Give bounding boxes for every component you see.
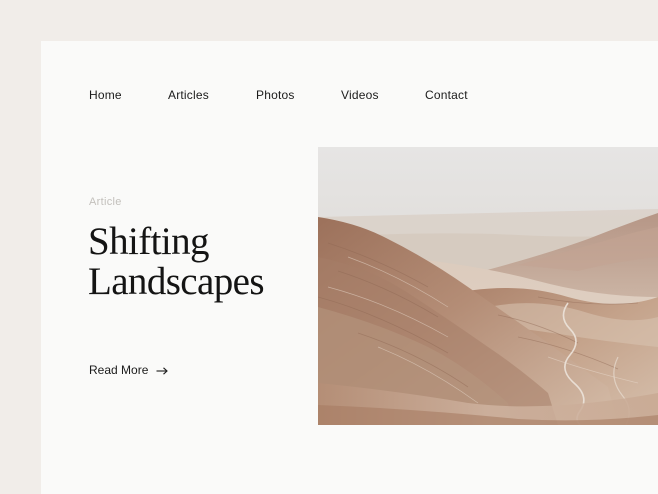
nav-item-articles[interactable]: Articles	[168, 87, 209, 103]
hero-image-desert-hills	[318, 147, 658, 425]
nav-item-photos[interactable]: Photos	[256, 87, 295, 103]
arrow-right-icon	[156, 365, 169, 375]
article-title: Shifting Landscapes	[88, 222, 328, 302]
nav-item-contact[interactable]: Contact	[425, 87, 468, 103]
nav-item-home[interactable]: Home	[89, 87, 122, 103]
article-title-line-2: Landscapes	[88, 260, 265, 303]
article-title-line-1: Shifting	[88, 220, 209, 263]
read-more-link[interactable]: Read More	[89, 363, 169, 377]
nav-item-videos[interactable]: Videos	[341, 87, 379, 103]
article-category-label: Article	[89, 196, 122, 208]
read-more-label: Read More	[89, 363, 149, 377]
content-card: Home Articles Photos Videos Contact Arti…	[41, 41, 658, 494]
